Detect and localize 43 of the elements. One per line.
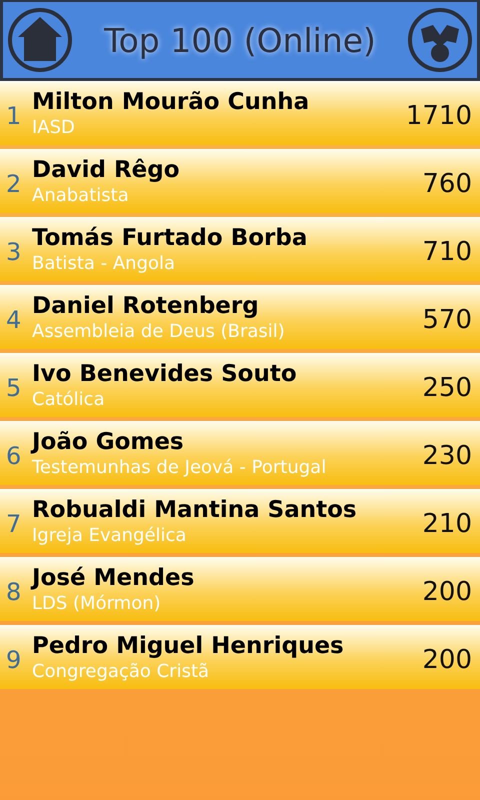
rank-number: 2 [6, 170, 22, 198]
church-name: Assembleia de Deus (Brasil) [32, 320, 286, 344]
rank-number: 5 [6, 374, 22, 402]
church-name: Congregação Cristã [32, 660, 210, 684]
medal-icon [406, 7, 473, 73]
player-name: Pedro Miguel Henriques [32, 632, 345, 660]
ranking-row[interactable]: 4 Daniel Rotenberg Assembleia de Deus (Brasil) 570 [0, 285, 480, 349]
score: 210 [422, 508, 472, 538]
score: 200 [422, 576, 472, 606]
player-name: David Rêgo [32, 156, 181, 184]
medal-button[interactable] [406, 7, 473, 73]
church-name: Batista - Angola [32, 252, 176, 276]
home-icon [7, 7, 73, 73]
church-name: LDS (Mórmon) [32, 592, 162, 616]
score: 1710 [406, 100, 472, 130]
church-name: Católica [32, 388, 106, 412]
score: 200 [422, 644, 472, 674]
score: 570 [422, 304, 472, 334]
ranking-row[interactable]: 6 João Gomes Testemunhas de Jeová - Portugal 230 [0, 421, 480, 485]
player-name: José Mendes [32, 564, 196, 592]
church-name: IASD [32, 116, 76, 140]
player-name: Ivo Benevides Souto [32, 360, 298, 388]
rank-number: 1 [6, 102, 22, 130]
score: 230 [422, 440, 472, 470]
score: 250 [422, 372, 472, 402]
score: 710 [422, 236, 472, 266]
rank-number: 4 [6, 306, 22, 334]
home-button[interactable] [7, 7, 73, 73]
rank-number: 9 [6, 646, 22, 674]
player-name: Milton Mourão Cunha [32, 88, 310, 116]
rank-number: 8 [6, 578, 22, 606]
screen-title: Top 100 (Online) [104, 20, 376, 60]
player-name: Daniel Rotenberg [32, 292, 260, 320]
rank-number: 3 [6, 238, 22, 266]
rank-number: 6 [6, 442, 22, 470]
player-name: João Gomes [32, 428, 185, 456]
player-name: Tomás Furtado Borba [32, 224, 308, 252]
church-name: Testemunhas de Jeová - Portugal [32, 456, 328, 480]
score: 760 [422, 168, 472, 198]
church-name: Igreja Evangélica [32, 524, 188, 548]
player-name: Robualdi Mantina Santos [32, 496, 358, 524]
church-name: Anabatista [32, 184, 130, 208]
rank-number: 7 [6, 510, 22, 538]
